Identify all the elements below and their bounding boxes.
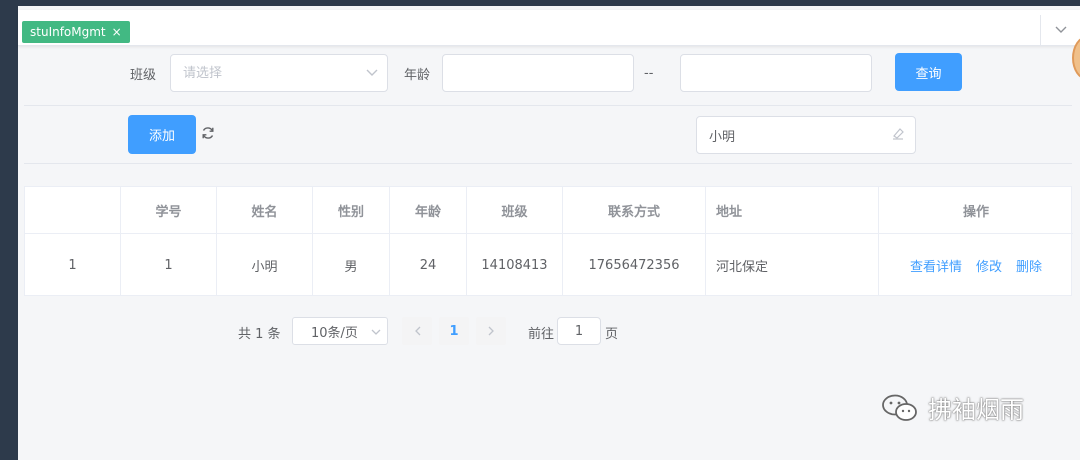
goto-page-input[interactable] bbox=[557, 317, 601, 345]
table-header: 学号 姓名 性别 年龄 班级 联系方式 地址 操作 bbox=[25, 187, 1073, 234]
watermark-text: 拂袖烟雨 bbox=[928, 396, 1024, 424]
cell-gender: 男 bbox=[313, 234, 390, 296]
cell-id: 1 bbox=[121, 234, 217, 296]
header-phone: 联系方式 bbox=[563, 187, 706, 233]
range-separator: -- bbox=[644, 66, 654, 81]
chevron-left-icon bbox=[414, 326, 420, 336]
tabs-bar: stuInfoMgmt × bbox=[18, 10, 1080, 46]
delete-link[interactable]: 删除 bbox=[1016, 256, 1042, 275]
refresh-icon[interactable] bbox=[201, 126, 215, 140]
chevron-down-icon bbox=[1055, 26, 1066, 33]
next-page-button[interactable] bbox=[476, 317, 506, 345]
student-table: 学号 姓名 性别 年龄 班级 联系方式 地址 操作 1 1 小明 男 24 14… bbox=[24, 186, 1073, 296]
query-button[interactable]: 查询 bbox=[895, 53, 962, 91]
header-age: 年龄 bbox=[390, 187, 467, 233]
watermark: 拂袖烟雨 bbox=[880, 390, 1024, 425]
page-size-select[interactable]: 10条/页 bbox=[292, 317, 388, 345]
close-icon[interactable]: × bbox=[112, 26, 122, 38]
age-max-input[interactable] bbox=[680, 54, 872, 92]
goto-label: 前往 bbox=[528, 327, 555, 342]
age-min-input[interactable] bbox=[442, 54, 634, 92]
header-address: 地址 bbox=[706, 187, 879, 233]
chevron-right-icon bbox=[488, 326, 494, 336]
cell-age: 24 bbox=[390, 234, 467, 296]
header-class: 班级 bbox=[467, 187, 563, 233]
cell-actions: 查看详情 修改 删除 bbox=[879, 234, 1073, 296]
header-id: 学号 bbox=[121, 187, 217, 233]
chevron-down-icon bbox=[366, 69, 378, 76]
edit-link[interactable]: 修改 bbox=[976, 256, 1002, 275]
eraser-icon[interactable] bbox=[891, 126, 905, 140]
age-label: 年龄 bbox=[404, 68, 431, 83]
sidebar-edge bbox=[0, 6, 18, 460]
class-select[interactable] bbox=[170, 54, 388, 92]
cell-name: 小明 bbox=[217, 234, 313, 296]
toolbar: 添加 bbox=[24, 106, 1072, 164]
tabs-dropdown-button[interactable] bbox=[1040, 15, 1080, 45]
cell-phone: 17656472356 bbox=[563, 234, 706, 296]
cell-class: 14108413 bbox=[467, 234, 563, 296]
top-header-bar bbox=[0, 0, 1080, 6]
header-index bbox=[25, 187, 121, 233]
tab-stuinfomgmt[interactable]: stuInfoMgmt × bbox=[22, 21, 130, 43]
chevron-down-icon bbox=[371, 329, 381, 335]
wechat-icon bbox=[882, 394, 917, 421]
add-button[interactable]: 添加 bbox=[128, 115, 196, 154]
pagination-total: 共 1 条 bbox=[238, 327, 281, 342]
header-actions: 操作 bbox=[962, 204, 989, 220]
cell-index: 1 bbox=[25, 234, 121, 296]
cell-address: 河北保定 bbox=[706, 234, 879, 296]
tab-label: stuInfoMgmt bbox=[30, 25, 106, 39]
table-row: 1 1 小明 男 24 14108413 17656472356 河北保定 查看… bbox=[25, 234, 1073, 296]
page-unit-label: 页 bbox=[605, 327, 619, 342]
header-name: 姓名 bbox=[217, 187, 313, 233]
view-detail-link[interactable]: 查看详情 bbox=[910, 256, 962, 275]
page-number-current[interactable]: 1 bbox=[439, 317, 469, 345]
pagination: 共 1 条 10条/页 1 前往 页 bbox=[24, 316, 1072, 346]
prev-page-button[interactable] bbox=[402, 317, 432, 345]
filter-bar: 班级 年龄 -- 查询 bbox=[24, 46, 1072, 106]
header-gender: 性别 bbox=[313, 187, 390, 233]
class-label: 班级 bbox=[130, 68, 157, 83]
page-size-value: 10条/页 bbox=[311, 325, 358, 341]
search-input[interactable] bbox=[696, 116, 916, 154]
